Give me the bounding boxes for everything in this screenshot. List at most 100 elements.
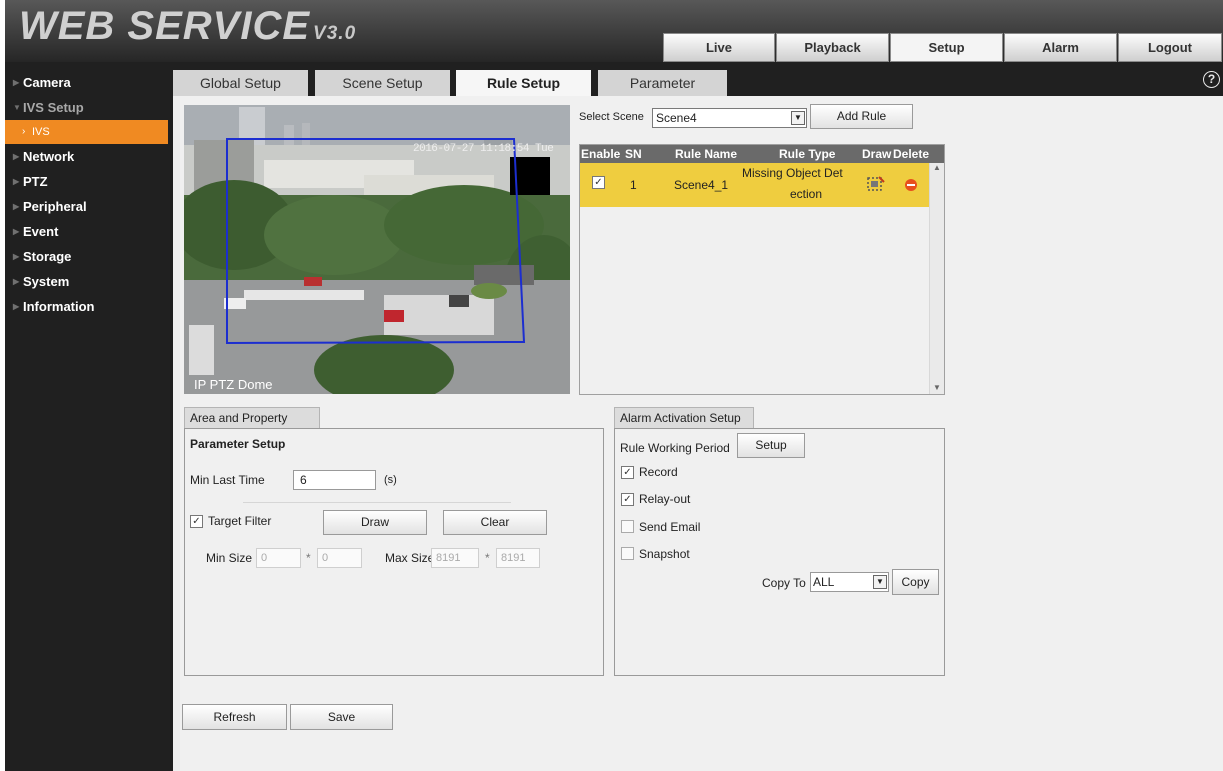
min-size-label: Min Size (206, 551, 253, 565)
tab-global-setup[interactable]: Global Setup (173, 70, 308, 96)
alarm-activation-tab[interactable]: Alarm Activation Setup (614, 407, 754, 429)
min-size-height-input[interactable]: 0 (317, 548, 362, 568)
rule-working-period-label: Rule Working Period (620, 441, 730, 455)
copy-to-select[interactable]: ALL ▼ (810, 572, 889, 592)
sidebar-item-ivs[interactable]: › IVS (5, 120, 168, 144)
target-filter-checkbox[interactable]: ✓ (190, 515, 203, 528)
nav-logout-button[interactable]: Logout (1118, 33, 1222, 62)
send-email-checkbox[interactable] (621, 520, 634, 533)
period-setup-button[interactable]: Setup (737, 433, 805, 458)
triangle-right-icon: ▶ (13, 78, 20, 87)
sidebar-item-peripheral[interactable]: ▶ Peripheral (5, 194, 173, 219)
rule-name: Scene4_1 (674, 178, 729, 192)
sidebar-item-network[interactable]: ▶ Network (5, 144, 173, 169)
draw-button[interactable]: Draw (323, 510, 427, 535)
sidebar-item-camera[interactable]: ▶ Camera (5, 70, 173, 95)
triangle-right-icon: ▶ (13, 227, 20, 236)
sidebar-item-label: Information (23, 299, 95, 314)
tab-parameter[interactable]: Parameter (598, 70, 727, 96)
scene-select-value: Scene4 (656, 111, 697, 125)
triangle-right-icon: ▶ (13, 302, 20, 311)
sidebar-item-ivs-setup[interactable]: ▼ IVS Setup (5, 95, 173, 120)
record-checkbox[interactable]: ✓ (621, 466, 634, 479)
sidebar-item-label: Network (23, 149, 75, 164)
sidebar-item-system[interactable]: ▶ System (5, 269, 173, 294)
snapshot-checkbox[interactable] (621, 547, 634, 560)
triangle-right-icon: ▶ (13, 277, 20, 286)
refresh-button[interactable]: Refresh (182, 704, 287, 730)
max-size-width-input[interactable]: 8191 (431, 548, 479, 568)
copy-button[interactable]: Copy (892, 569, 939, 595)
add-rule-button[interactable]: Add Rule (810, 104, 913, 129)
dropdown-arrow-icon[interactable]: ▼ (873, 575, 887, 589)
chevron-right-icon: › (22, 126, 26, 137)
relay-out-label: Relay-out (639, 492, 691, 506)
table-row[interactable]: ✓ 1 Scene4_1 Missing Object Det ection (580, 163, 929, 207)
video-timestamp: 2016-07-27 11:18:54 Tue (413, 143, 554, 155)
video-channel-name: IP PTZ Dome (194, 377, 273, 392)
draw-rule-icon[interactable] (867, 176, 885, 192)
min-size-width-input[interactable]: 0 (256, 548, 301, 568)
rule-table: Enable SN Rule Name Rule Type Draw Delet… (579, 144, 945, 395)
record-label: Record (639, 465, 678, 479)
rule-enable-checkbox[interactable]: ✓ (592, 176, 605, 189)
nav-playback-button[interactable]: Playback (776, 33, 889, 62)
sidebar-item-information[interactable]: ▶ Information (5, 294, 173, 319)
select-scene-label: Select Scene (579, 111, 644, 123)
relay-out-checkbox[interactable]: ✓ (621, 493, 634, 506)
triangle-right-icon: ▶ (13, 177, 20, 186)
triangle-right-icon: ▶ (13, 152, 20, 161)
sidebar-item-ptz[interactable]: ▶ PTZ (5, 169, 173, 194)
max-size-times: * (485, 551, 490, 565)
scene-select[interactable]: Scene4 ▼ (652, 108, 807, 128)
sidebar-item-label: Storage (23, 249, 72, 264)
sidebar-item-label: Camera (23, 75, 71, 90)
delete-rule-icon[interactable] (904, 178, 918, 192)
col-sn: SN (625, 147, 642, 161)
scroll-down-icon[interactable]: ▼ (933, 383, 941, 392)
tab-rule-setup[interactable]: Rule Setup (456, 70, 591, 96)
tab-scene-setup[interactable]: Scene Setup (315, 70, 450, 96)
copy-to-value: ALL (813, 575, 835, 589)
sidebar-item-label: IVS Setup (23, 100, 84, 115)
rule-type-line1: Missing Object Det (742, 166, 843, 180)
nav-setup-button[interactable]: Setup (890, 33, 1003, 62)
header-bar: WEB SERVICE V3.0 Live Playback Setup Alar… (5, 0, 1223, 62)
scroll-up-icon[interactable]: ▲ (933, 163, 941, 172)
min-size-times: * (306, 551, 311, 565)
nav-alarm-button[interactable]: Alarm (1004, 33, 1117, 62)
col-draw: Draw (862, 147, 892, 161)
sidebar-item-label: PTZ (23, 174, 48, 189)
area-property-tab[interactable]: Area and Property Setup (184, 407, 320, 446)
rule-table-header: Enable SN Rule Name Rule Type Draw Delet… (580, 145, 944, 163)
send-email-label: Send Email (639, 520, 701, 534)
sidebar-item-label: IVS (32, 126, 50, 138)
divider (243, 502, 511, 503)
sidebar-item-storage[interactable]: ▶ Storage (5, 244, 173, 269)
clear-button[interactable]: Clear (443, 510, 547, 535)
sidebar-item-label: System (23, 274, 70, 289)
app-logo: WEB SERVICE V3.0 (19, 4, 357, 48)
triangle-down-icon: ▼ (13, 103, 21, 112)
dropdown-arrow-icon[interactable]: ▼ (791, 111, 805, 125)
col-rule-type: Rule Type (779, 147, 836, 161)
rule-sn: 1 (630, 178, 637, 192)
col-delete: Delete (893, 147, 930, 161)
snapshot-label: Snapshot (639, 547, 690, 561)
min-last-time-unit: (s) (384, 474, 397, 486)
col-rule-name: Rule Name (675, 147, 738, 161)
help-icon[interactable]: ? (1203, 71, 1220, 88)
sidebar-menu: ▶ Camera ▼ IVS Setup › IVS ▶ Network ▶ PTZ ▶ P… (5, 70, 173, 319)
sidebar-item-event[interactable]: ▶ Event (5, 219, 173, 244)
max-size-label: Max Size (385, 551, 435, 565)
rule-table-scrollbar[interactable]: ▲ ▼ (929, 163, 944, 394)
max-size-height-input[interactable]: 8191 (496, 548, 540, 568)
save-button[interactable]: Save (290, 704, 393, 730)
nav-live-button[interactable]: Live (663, 33, 775, 62)
col-enable: Enable (581, 147, 621, 161)
parameter-setup-heading: Parameter Setup (190, 437, 286, 451)
rule-type-line2: ection (790, 187, 823, 201)
triangle-right-icon: ▶ (13, 252, 20, 261)
min-last-time-label: Min Last Time (190, 473, 265, 487)
min-last-time-input[interactable]: 6 (293, 470, 376, 490)
